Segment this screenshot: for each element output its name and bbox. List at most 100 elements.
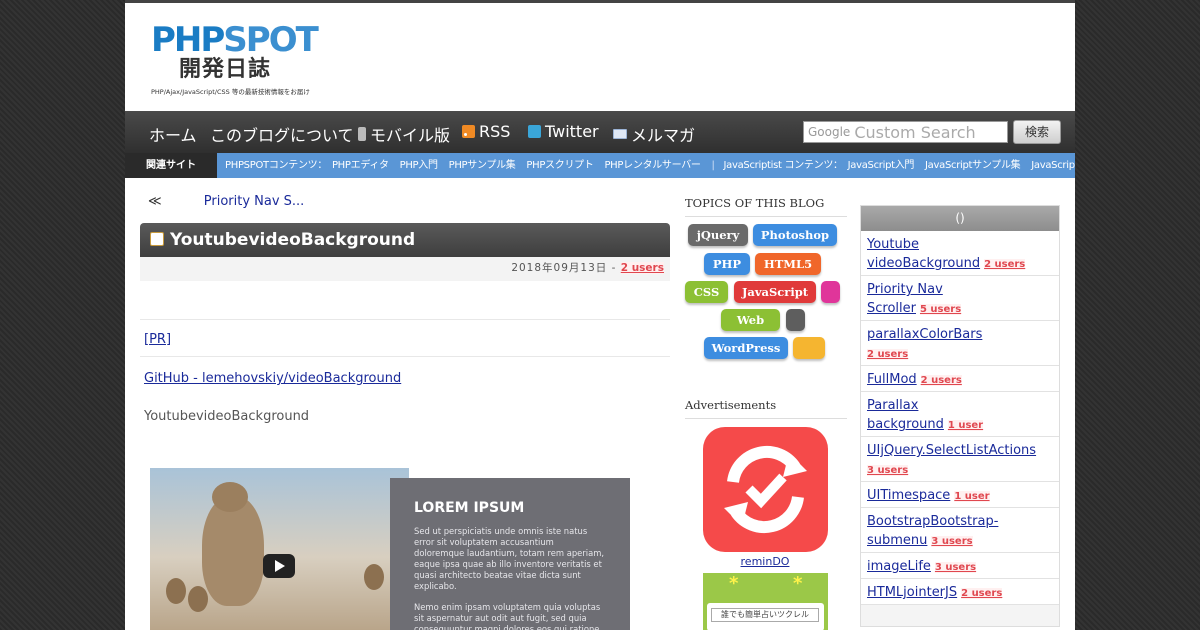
sidebar-item-title[interactable]: Priority Nav: [867, 280, 1053, 299]
nav-about[interactable]: このブログについて: [210, 122, 354, 146]
related-link[interactable]: JavaScriptサンプル集: [925, 160, 1021, 171]
tag-web[interactable]: Web: [721, 309, 780, 331]
related-link[interactable]: PHPスクリプト: [526, 160, 593, 171]
related-link[interactable]: PHP入門: [400, 160, 438, 171]
users-badge[interactable]: 1 user: [954, 491, 990, 502]
post-title-text: YoutubevideoBackground: [170, 230, 416, 250]
related-link[interactable]: JavaScriptリファレンス: [1031, 160, 1075, 171]
divider: [140, 356, 670, 357]
lorem-panel: LOREM IPSUM Sed ut perspiciatis unde omn…: [390, 478, 630, 630]
users-badge[interactable]: 2 users: [867, 349, 909, 360]
tag-wordpress[interactable]: WordPress: [704, 337, 788, 359]
sidebar-item[interactable]: UITimespace 1 user: [861, 482, 1059, 508]
rss-icon: [462, 125, 475, 138]
sidebar-item[interactable]: imageLife 3 users: [861, 553, 1059, 579]
memo-icon: [150, 232, 164, 246]
users-badge[interactable]: 3 users: [934, 562, 977, 573]
video-bird: [188, 586, 208, 612]
video-player[interactable]: [150, 468, 409, 630]
sidebar-item-title[interactable]: imageLife: [867, 559, 931, 574]
tag-javascript[interactable]: JavaScript: [734, 281, 816, 303]
nav-mobile[interactable]: モバイル版: [358, 122, 450, 146]
play-icon[interactable]: [263, 554, 295, 578]
nav-twitter[interactable]: Twitter: [528, 122, 599, 141]
related-link[interactable]: PHPレンタルサーバー: [604, 160, 700, 171]
sidebar-item-title[interactable]: BootstrapBootstrap-: [867, 512, 1053, 531]
sidebar-item-title[interactable]: Youtube: [867, 235, 1053, 254]
tag-gray[interactable]: [786, 309, 805, 331]
divider: [140, 319, 670, 320]
nav-home[interactable]: ホーム: [149, 122, 197, 146]
sidebar-item[interactable]: BootstrapBootstrap- submenu 3 users: [861, 508, 1059, 553]
app-name-link[interactable]: reminDO: [685, 555, 845, 568]
sidebar-item[interactable]: parallaxColorBars 2 users: [861, 321, 1059, 366]
tag-php[interactable]: PHP: [704, 253, 750, 275]
sidebar-item[interactable]: UIjQuery.SelectListActions 3 users: [861, 437, 1059, 482]
related-link[interactable]: PHPサンプル集: [449, 160, 516, 171]
sidebar-item-title[interactable]: background: [867, 417, 944, 432]
post-pager: ≪ Priority Nav S...: [148, 194, 304, 209]
related-sites-label: 関連サイト: [125, 153, 217, 178]
users-badge[interactable]: 2 users: [984, 259, 1026, 270]
fortune-app-ad[interactable]: * * 誰でも簡単占いツクレル: [703, 573, 828, 630]
page: PHPSPOT 開発日誌 PHP/Ajax/JavaScript/CSS 等の最…: [125, 0, 1075, 630]
tag-css[interactable]: CSS: [685, 281, 728, 303]
prev-post-link[interactable]: Priority Nav S...: [204, 194, 305, 209]
search-input[interactable]: Google Custom Search: [803, 121, 1008, 143]
nav-rss[interactable]: RSS: [462, 122, 510, 141]
pr-link[interactable]: [PR]: [144, 332, 171, 347]
logo-subtitle: 開発日誌: [179, 57, 272, 82]
search-button[interactable]: 検索: [1013, 120, 1061, 144]
bookmark-users-badge[interactable]: 2 users: [620, 262, 664, 274]
star-icon: *: [793, 573, 803, 594]
sidebar-item[interactable]: Parallax background 1 user: [861, 392, 1059, 437]
sidebar-item-title[interactable]: HTMLjointerJS: [867, 585, 957, 600]
tag-jquery[interactable]: jQuery: [688, 224, 748, 246]
users-badge[interactable]: 3 users: [931, 536, 973, 547]
site-logo[interactable]: PHPSPOT 開発日誌 PHP/Ajax/JavaScript/CSS 等の最…: [151, 23, 319, 101]
sidebar-item[interactable]: Priority Nav Scroller 5 users: [861, 276, 1059, 321]
sidebar-item-title[interactable]: FullMod: [867, 372, 917, 387]
sidebar-item[interactable]: HTMLjointerJS 2 users: [861, 579, 1059, 605]
sync-check-icon: [724, 445, 807, 534]
sidebar-item-title[interactable]: submenu: [867, 533, 927, 548]
separator: |: [711, 160, 715, 171]
related-link[interactable]: PHPエディタ: [332, 160, 389, 171]
users-badge[interactable]: 3 users: [867, 465, 909, 476]
topic-tags: jQuery Photoshop PHP HTML5 CSS JavaScrip…: [685, 224, 847, 364]
github-link[interactable]: GitHub - lemehovskiy/videoBackground: [144, 371, 401, 386]
related-links: PHPSPOTコンテンツ： PHPエディタ PHP入門 PHPサンプル集 PHP…: [225, 153, 1075, 178]
sidebar-item-title[interactable]: videoBackground: [867, 256, 980, 271]
mail-icon: [613, 129, 627, 139]
tag-pink[interactable]: [821, 281, 840, 303]
reminder-app-icon[interactable]: [703, 427, 828, 552]
sidebar-item-title[interactable]: Scroller: [867, 301, 916, 316]
main-content: ≪ Priority Nav S... YoutubevideoBackgrou…: [140, 178, 670, 630]
users-badge[interactable]: 5 users: [919, 304, 962, 315]
main-nav: ホーム このブログについて モバイル版 RSS Twitter メルマガ Goo…: [125, 111, 1075, 153]
sidebar-item-title[interactable]: UITimespace: [867, 488, 950, 503]
tag-photoshop[interactable]: Photoshop: [753, 224, 837, 246]
sidebar-item-title[interactable]: Parallax: [867, 396, 1053, 415]
users-badge[interactable]: 2 users: [920, 375, 962, 386]
google-label: Google: [808, 125, 851, 139]
popular-sidebar: () Youtube videoBackground 2 users Priori…: [860, 205, 1060, 627]
sidebar-item-title[interactable]: parallaxColorBars: [867, 325, 1053, 344]
video-character: [202, 482, 264, 606]
tag-orange[interactable]: [793, 337, 825, 359]
prev-arrow[interactable]: ≪: [148, 194, 162, 209]
sidebar-item[interactable]: FullMod 2 users: [861, 366, 1059, 392]
post-meta: 2018年09月13日 - 2 users: [140, 257, 670, 281]
users-badge[interactable]: 1 user: [947, 420, 984, 431]
users-badge[interactable]: 2 users: [961, 588, 1003, 599]
mobile-icon: [358, 127, 366, 141]
nav-mailmag[interactable]: メルマガ: [613, 122, 695, 146]
post-title: YoutubevideoBackground: [140, 223, 670, 257]
related-link[interactable]: JavaScript入門: [848, 160, 915, 171]
related-sites-bar: 関連サイト PHPSPOTコンテンツ： PHPエディタ PHP入門 PHPサンプ…: [125, 153, 1075, 178]
meta-separator: -: [611, 262, 617, 274]
lorem-paragraph: Nemo enim ipsam voluptatem quia voluptas…: [414, 602, 601, 630]
sidebar-item[interactable]: Youtube videoBackground 2 users: [861, 231, 1059, 276]
tag-html5[interactable]: HTML5: [755, 253, 821, 275]
sidebar-item-title[interactable]: UIjQuery.SelectListActions: [867, 441, 1053, 460]
